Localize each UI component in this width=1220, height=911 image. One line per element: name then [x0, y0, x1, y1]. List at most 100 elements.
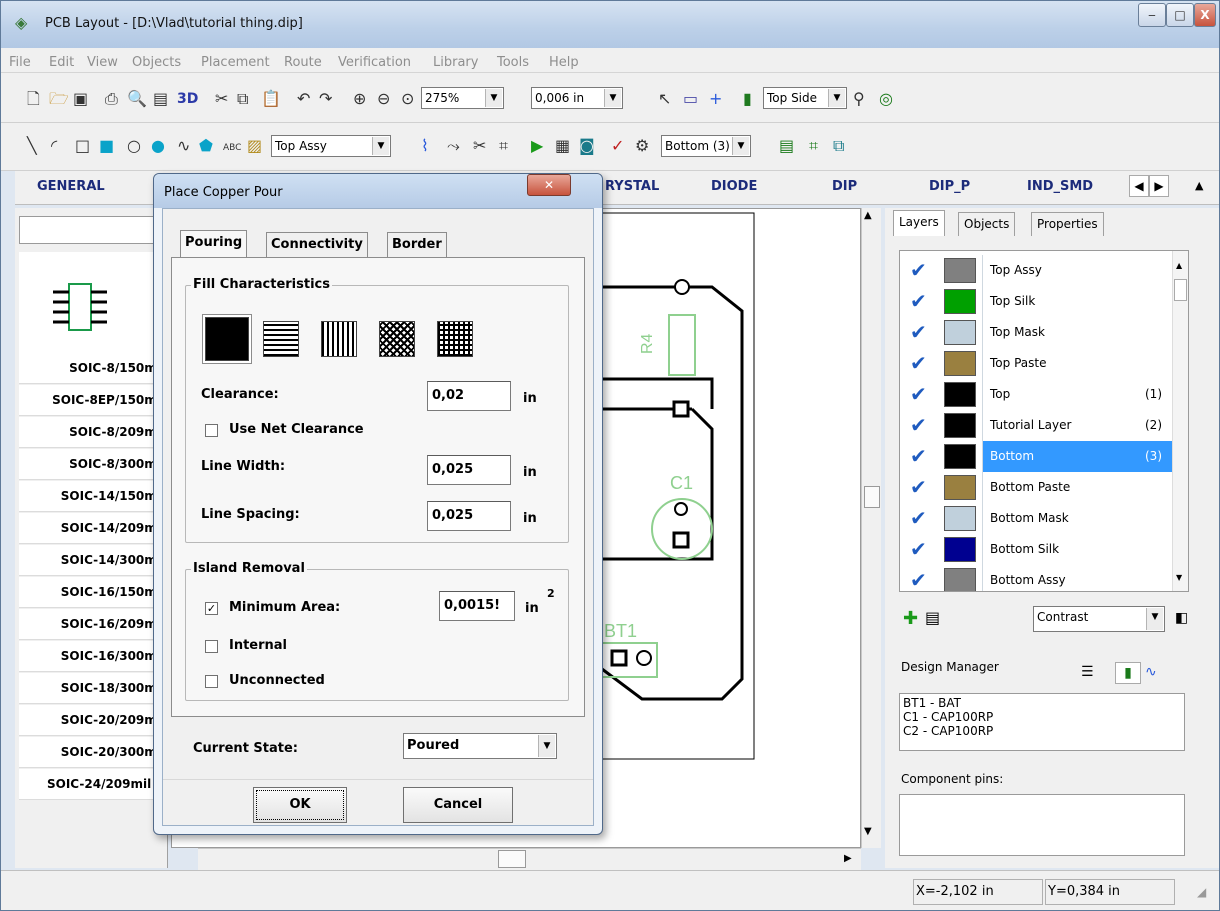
layer-row[interactable]: ✔ Bottom Paste: [906, 472, 1170, 503]
line-width-input[interactable]: 0,025: [427, 455, 511, 485]
fill-vertical-pattern[interactable]: [321, 321, 357, 357]
menu-file[interactable]: File: [9, 55, 31, 70]
component-pins-list[interactable]: [899, 794, 1185, 856]
run-icon[interactable]: ▶: [531, 136, 543, 156]
layer-row[interactable]: ✔ Top Paste: [906, 348, 1170, 379]
list-item[interactable]: SOIC-8/300mil: [19, 449, 167, 480]
layer-stack-icon[interactable]: ◧: [1175, 610, 1188, 626]
layer-row[interactable]: ✔ Top Assy: [906, 255, 1170, 286]
zoom-out-icon[interactable]: ⊖: [377, 89, 390, 109]
3d-view-icon[interactable]: 3D: [177, 89, 198, 109]
add-layer-icon[interactable]: ✚: [903, 608, 918, 629]
layer-row[interactable]: ✔ Top Mask: [906, 317, 1170, 348]
tab-general[interactable]: GENERAL: [37, 179, 105, 194]
menu-edit[interactable]: Edit: [49, 55, 74, 70]
layer-row-selected[interactable]: ✔ Bottom (3): [906, 441, 1172, 472]
check-icon[interactable]: ✔: [910, 507, 927, 529]
vertical-scrollbar[interactable]: ▲ ▼: [861, 208, 881, 848]
list-item[interactable]: SOIC-8/150mil: [19, 353, 167, 384]
add-point-icon[interactable]: +: [709, 89, 722, 109]
text-tool-icon[interactable]: ABC: [223, 138, 241, 158]
close-button[interactable]: X: [1194, 3, 1216, 27]
tab-dip-p[interactable]: DIP_P: [929, 179, 970, 194]
component-lib-icon[interactable]: ▤: [779, 136, 794, 156]
list-item[interactable]: SOIC-16/300mil: [19, 641, 167, 672]
fill-solid-pattern[interactable]: [203, 315, 251, 363]
bottom-dropdown-arrow-icon[interactable]: ▼: [732, 137, 749, 155]
fill-crosshatch-pattern[interactable]: [379, 321, 415, 357]
arc-tool-icon[interactable]: ◜: [51, 136, 57, 156]
list-item[interactable]: SOIC-16/150mil: [19, 577, 167, 608]
layer-row[interactable]: ✔ Top Silk: [906, 286, 1170, 317]
board-side-icon[interactable]: ▮: [743, 89, 752, 109]
resize-grip-icon[interactable]: ◢: [1197, 885, 1206, 899]
tab-ind-smd[interactable]: IND_SMD: [1027, 179, 1093, 194]
redo-icon[interactable]: ↷: [319, 89, 332, 109]
menu-library[interactable]: Library: [433, 55, 478, 70]
zoom-in-icon[interactable]: ⊕: [353, 89, 366, 109]
menu-view[interactable]: View: [87, 55, 118, 70]
list-item[interactable]: SOIC-8EP/150mil: [19, 385, 167, 416]
layer-color[interactable]: [944, 506, 976, 531]
zoom-fit-icon[interactable]: ⊙: [401, 89, 414, 109]
polyline-tool-icon[interactable]: ∿: [177, 136, 190, 156]
layers-scrollbar[interactable]: ▲ ▼: [1172, 251, 1188, 591]
menu-objects[interactable]: Objects: [132, 55, 181, 70]
check-icon[interactable]: ✔: [910, 352, 927, 374]
layer-color[interactable]: [944, 568, 976, 591]
check-icon[interactable]: ✔: [910, 321, 927, 343]
scroll-down-icon[interactable]: ▼: [864, 826, 872, 837]
list-item[interactable]: SOIC-20/300mil: [19, 737, 167, 768]
report-icon-2[interactable]: ▦: [555, 136, 570, 156]
more-tabs-icon[interactable]: ▲: [1195, 179, 1203, 192]
check-icon[interactable]: ✔: [910, 538, 927, 560]
assy-dropdown-arrow-icon[interactable]: ▼: [372, 137, 389, 155]
route-tool-icon[interactable]: ⤳: [447, 136, 460, 156]
side-dropdown-arrow-icon[interactable]: ▼: [828, 89, 845, 107]
drc-icon[interactable]: ✓: [611, 136, 624, 156]
select-pointer-icon[interactable]: ↖: [658, 89, 671, 109]
drc-settings-icon[interactable]: ⚙: [635, 136, 649, 156]
layer-view-icon[interactable]: ◙: [579, 136, 595, 156]
check-icon[interactable]: ✔: [910, 383, 927, 405]
layer-color[interactable]: [944, 289, 976, 314]
bottom-layer-select[interactable]: Bottom (3) ▼: [661, 135, 751, 157]
list-item[interactable]: SOIC-14/300mil: [19, 545, 167, 576]
menu-placement[interactable]: Placement: [201, 55, 270, 70]
layer-row[interactable]: ✔ Bottom Silk: [906, 534, 1170, 565]
fill-horizontal-pattern[interactable]: [263, 321, 299, 357]
assy-layer-select[interactable]: Top Assy ▼: [271, 135, 391, 157]
tab-properties[interactable]: Properties: [1031, 212, 1104, 236]
tab-layers[interactable]: Layers: [893, 210, 945, 236]
list-item[interactable]: BT1 - BAT: [903, 696, 1181, 710]
filled-rectangle-icon[interactable]: ■: [99, 136, 114, 156]
tab-pouring[interactable]: Pouring: [180, 230, 248, 258]
layer-color[interactable]: [944, 444, 976, 469]
check-icon[interactable]: ✔: [910, 259, 927, 281]
cut-icon[interactable]: ✂: [215, 89, 228, 109]
scroll-left-icon[interactable]: ◀: [1129, 175, 1149, 197]
net-icon[interactable]: ⌗: [499, 136, 508, 156]
menu-verification[interactable]: Verification: [338, 55, 411, 70]
menu-route[interactable]: Route: [284, 55, 322, 70]
route-check-icon[interactable]: ◎: [879, 89, 893, 109]
layer-row[interactable]: ✔ Tutorial Layer (2): [906, 410, 1170, 441]
new-file-icon[interactable]: 🗋: [27, 89, 40, 109]
state-dropdown-arrow-icon[interactable]: ▼: [538, 735, 555, 757]
minimum-area-checkbox[interactable]: ✓: [205, 602, 218, 615]
check-icon[interactable]: ✔: [910, 414, 927, 436]
trace-tool-icon[interactable]: ⌇: [421, 136, 429, 156]
list-item[interactable]: C2 - CAP100RP: [903, 724, 1181, 738]
library-search-input[interactable]: [19, 216, 167, 244]
minimize-button[interactable]: ‒: [1138, 3, 1166, 27]
hscroll-thumb[interactable]: [498, 850, 526, 868]
scroll-up-icon[interactable]: ▲: [1176, 261, 1182, 270]
list-item[interactable]: SOIC-14/150mil: [19, 481, 167, 512]
grid-dropdown-arrow-icon[interactable]: ▼: [604, 89, 621, 107]
tab-crystal[interactable]: RYSTAL: [605, 179, 659, 194]
component-icon[interactable]: ▭: [683, 89, 698, 109]
layer-row[interactable]: ✔ Bottom Assy: [906, 565, 1170, 591]
scroll-right-arrow-icon[interactable]: ▶: [844, 853, 852, 864]
list-item[interactable]: SOIC-14/209mil: [19, 513, 167, 544]
multi-icon[interactable]: ⧉: [833, 136, 844, 156]
